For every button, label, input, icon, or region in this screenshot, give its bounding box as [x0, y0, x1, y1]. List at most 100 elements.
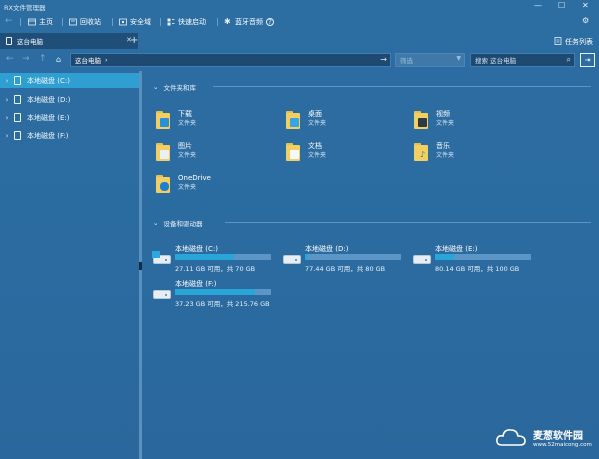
- usage-fill: [435, 254, 455, 260]
- drive-name: 本地磁盘 (F:): [175, 280, 217, 288]
- splitter-grip[interactable]: [139, 262, 142, 270]
- go-arrow-icon[interactable]: →: [380, 55, 387, 64]
- drive-icon: [14, 131, 21, 140]
- drive-tile-f[interactable]: 本地磁盘 (F:) 37.23 GB 可用，共 215.76 GB: [153, 279, 278, 309]
- sidebar-item-drive-e[interactable]: › 本地磁盘 (E:): [0, 110, 139, 125]
- download-badge-icon: [160, 118, 169, 127]
- sidebar-item-label: 本地磁盘 (F:): [27, 131, 69, 140]
- sidebar-item-drive-d[interactable]: › 本地磁盘 (D:): [0, 92, 139, 107]
- help-icon[interactable]: ?: [266, 18, 274, 26]
- bluetooth-audio-button[interactable]: ✱ 蓝牙音频 ?: [224, 17, 274, 27]
- drive-tile-d[interactable]: 本地磁盘 (D:) 77.44 GB 可用，共 80 GB: [283, 244, 408, 274]
- folder-name: 文档: [308, 142, 322, 150]
- add-tab-icon[interactable]: +: [130, 35, 138, 46]
- drive-icon: [14, 76, 21, 85]
- back-icon[interactable]: ←: [6, 54, 14, 64]
- home-label: 主页: [39, 18, 53, 26]
- home-button[interactable]: 主页: [28, 17, 53, 27]
- folder-pictures[interactable]: 图片 文件夹: [156, 142, 196, 161]
- folder-documents[interactable]: 文档 文件夹: [286, 142, 327, 161]
- folder-downloads[interactable]: 下载 文件夹: [156, 110, 196, 129]
- tab-label: 这台电脑: [17, 38, 43, 46]
- quick-start-button[interactable]: 快速启动: [167, 17, 206, 27]
- home-nav-icon[interactable]: ⌂: [56, 55, 61, 64]
- drives-section-header[interactable]: ⌄ 设备和驱动器: [153, 218, 593, 228]
- usage-bar: [435, 254, 531, 260]
- usage-bar: [175, 289, 271, 295]
- hard-drive-icon: [153, 290, 171, 299]
- expand-chevron-icon[interactable]: ›: [0, 77, 14, 85]
- forward-icon[interactable]: →: [22, 54, 30, 64]
- tab-this-pc[interactable]: 这台电脑 ✕: [0, 33, 138, 49]
- computer-icon: [6, 37, 12, 45]
- expand-chevron-icon[interactable]: ›: [0, 114, 14, 122]
- folder-icon: [156, 174, 172, 193]
- sidebar-item-drive-c[interactable]: › 本地磁盘 (C:): [0, 73, 139, 88]
- toggle-pane-button[interactable]: ⇥: [580, 53, 595, 67]
- up-icon[interactable]: ↑: [39, 54, 47, 64]
- folder-videos[interactable]: 视频 文件夹: [414, 110, 454, 129]
- folder-music[interactable]: ♪ 音乐 文件夹: [414, 142, 454, 161]
- folder-icon: [286, 142, 302, 161]
- recycle-bin-label: 回收站: [80, 18, 101, 26]
- bluetooth-audio-label: 蓝牙音频: [235, 18, 263, 26]
- safebox-button[interactable]: 安全域: [119, 17, 151, 27]
- divider: [112, 18, 113, 26]
- folder-icon: [414, 110, 430, 129]
- sidebar-item-label: 本地磁盘 (C:): [27, 76, 70, 85]
- drive-icon: [14, 95, 21, 104]
- shield-icon: [119, 18, 127, 26]
- task-list-button[interactable]: 任务列表: [554, 37, 593, 47]
- drives-section-title: 设备和驱动器: [163, 220, 203, 228]
- drive-capacity: 37.23 GB 可用，共 215.76 GB: [175, 300, 270, 308]
- maximize-icon[interactable]: ☐: [558, 1, 565, 10]
- home-icon: [28, 18, 36, 26]
- address-text: 这台电脑: [75, 57, 101, 65]
- film-badge-icon: [418, 118, 427, 127]
- settings-gear-icon[interactable]: ⚙: [582, 17, 590, 25]
- folder-name: 视频: [436, 110, 450, 118]
- hard-drive-icon: [283, 255, 301, 264]
- back-arrow-icon[interactable]: ←: [5, 17, 13, 26]
- task-list-label: 任务列表: [565, 38, 593, 46]
- cloud-badge-icon: [160, 182, 169, 191]
- toolbar: ← 主页 回收站 安全域 快速启动 ✱ 蓝牙音频 ? ⚙: [0, 12, 599, 32]
- folder-name: 下载: [178, 110, 192, 118]
- pane-icon: ⇥: [584, 56, 591, 64]
- expand-chevron-icon[interactable]: ›: [0, 132, 14, 140]
- sidebar-item-drive-f[interactable]: › 本地磁盘 (F:): [0, 128, 139, 143]
- filter-dropdown[interactable]: 筛选 ▼: [395, 53, 465, 67]
- drive-tile-c[interactable]: 本地磁盘 (C:) 27.11 GB 可用，共 70 GB: [152, 244, 278, 274]
- sidebar: › 本地磁盘 (C:) › 本地磁盘 (D:) › 本地磁盘 (E:) › 本地…: [0, 71, 139, 459]
- minimize-icon[interactable]: —: [534, 1, 542, 10]
- usage-bar: [305, 254, 401, 260]
- collapse-chevron-icon[interactable]: ⌄: [153, 219, 158, 227]
- watermark-brand: 麦葱软件园: [533, 431, 583, 442]
- collapse-chevron-icon[interactable]: ⌄: [153, 83, 158, 91]
- tab-bar: 这台电脑 ✕ + 任务列表: [0, 33, 599, 49]
- usage-fill: [175, 289, 255, 295]
- address-chevron: ›: [105, 56, 108, 64]
- drive-capacity: 80.14 GB 可用，共 100 GB: [435, 265, 520, 273]
- recycle-bin-button[interactable]: 回收站: [69, 17, 101, 27]
- folder-type: 文件夹: [308, 120, 327, 127]
- window-title: RX文件管理器: [4, 4, 46, 12]
- folder-name: OneDrive: [178, 174, 211, 182]
- drive-name: 本地磁盘 (C:): [175, 245, 218, 253]
- search-input[interactable]: 搜索 这台电脑 ⌕: [470, 53, 575, 67]
- folder-type: 文件夹: [308, 152, 327, 159]
- folders-section-header[interactable]: ⌄ 文件夹和库: [153, 82, 593, 92]
- address-bar[interactable]: 这台电脑 › →: [70, 53, 391, 67]
- folders-section-title: 文件夹和库: [163, 84, 196, 92]
- divider: [62, 18, 63, 26]
- close-window-icon[interactable]: ✕: [582, 1, 589, 10]
- drive-icon: [14, 113, 21, 122]
- folder-desktop[interactable]: 桌面 文件夹: [286, 110, 327, 129]
- divider: [225, 222, 591, 223]
- expand-chevron-icon[interactable]: ›: [0, 96, 14, 104]
- divider: [213, 86, 591, 87]
- folder-name: 桌面: [308, 110, 322, 118]
- folder-onedrive[interactable]: OneDrive 文件夹: [156, 174, 211, 193]
- folder-icon: [156, 110, 172, 129]
- drive-tile-e[interactable]: 本地磁盘 (E:) 80.14 GB 可用，共 100 GB: [413, 244, 538, 274]
